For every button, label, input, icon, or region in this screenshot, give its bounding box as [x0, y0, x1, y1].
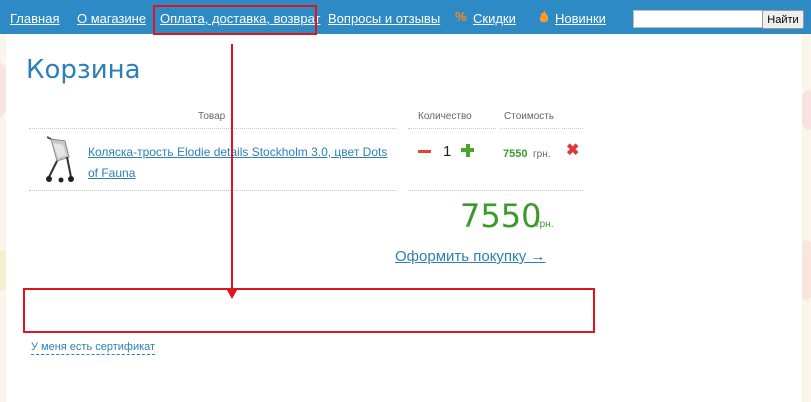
- cart-total-currency: грн.: [536, 219, 554, 230]
- checkout-link[interactable]: Оформить покупку →: [395, 248, 545, 265]
- quantity-decrease-button[interactable]: —: [418, 150, 431, 153]
- item-price-currency: грн.: [533, 149, 551, 160]
- top-navigation: Главная О магазине Оплата, доставка, воз…: [0, 0, 811, 34]
- nav-discounts-link[interactable]: Скидки: [473, 11, 516, 26]
- percent-icon: %: [455, 9, 467, 24]
- remove-item-icon[interactable]: ✖: [566, 140, 579, 160]
- annotation-highlight-empty-area: [23, 288, 595, 333]
- quantity-increase-button[interactable]: [461, 144, 474, 157]
- certificate-link[interactable]: У меня есть сертификат: [31, 341, 156, 355]
- page-title: Корзина: [26, 55, 141, 85]
- cart-total: 7550: [460, 197, 542, 235]
- nav-questions-link[interactable]: Вопросы и отзывы: [328, 11, 440, 26]
- table-divider: [29, 190, 397, 191]
- nav-new-items-link[interactable]: Новинки: [555, 11, 606, 26]
- product-name-link[interactable]: Коляска-трость Elodie details Stockholm …: [88, 142, 398, 184]
- table-divider: [500, 128, 559, 129]
- nav-home-link[interactable]: Главная: [10, 11, 59, 26]
- table-divider: [29, 128, 397, 129]
- column-header-quantity: Количество: [418, 111, 472, 122]
- search-button[interactable]: Найти: [762, 10, 804, 29]
- table-divider: [562, 128, 583, 129]
- column-header-cost: Стоимость: [504, 111, 555, 122]
- nav-about-link[interactable]: О магазине: [77, 11, 146, 26]
- stroller-icon: [39, 135, 79, 185]
- table-divider: [408, 190, 583, 191]
- cart-panel: Корзина Товар Количество Стоимость Коляс…: [6, 34, 802, 402]
- column-header-product: Товар: [198, 111, 226, 122]
- new-items-icon: [538, 10, 550, 26]
- item-price: 7550: [503, 148, 528, 160]
- table-divider: [408, 128, 496, 129]
- annotation-highlight-nav: [153, 5, 317, 35]
- quantity-value: 1: [443, 143, 452, 160]
- search-input[interactable]: [633, 10, 763, 28]
- annotation-arrow: [231, 44, 233, 293]
